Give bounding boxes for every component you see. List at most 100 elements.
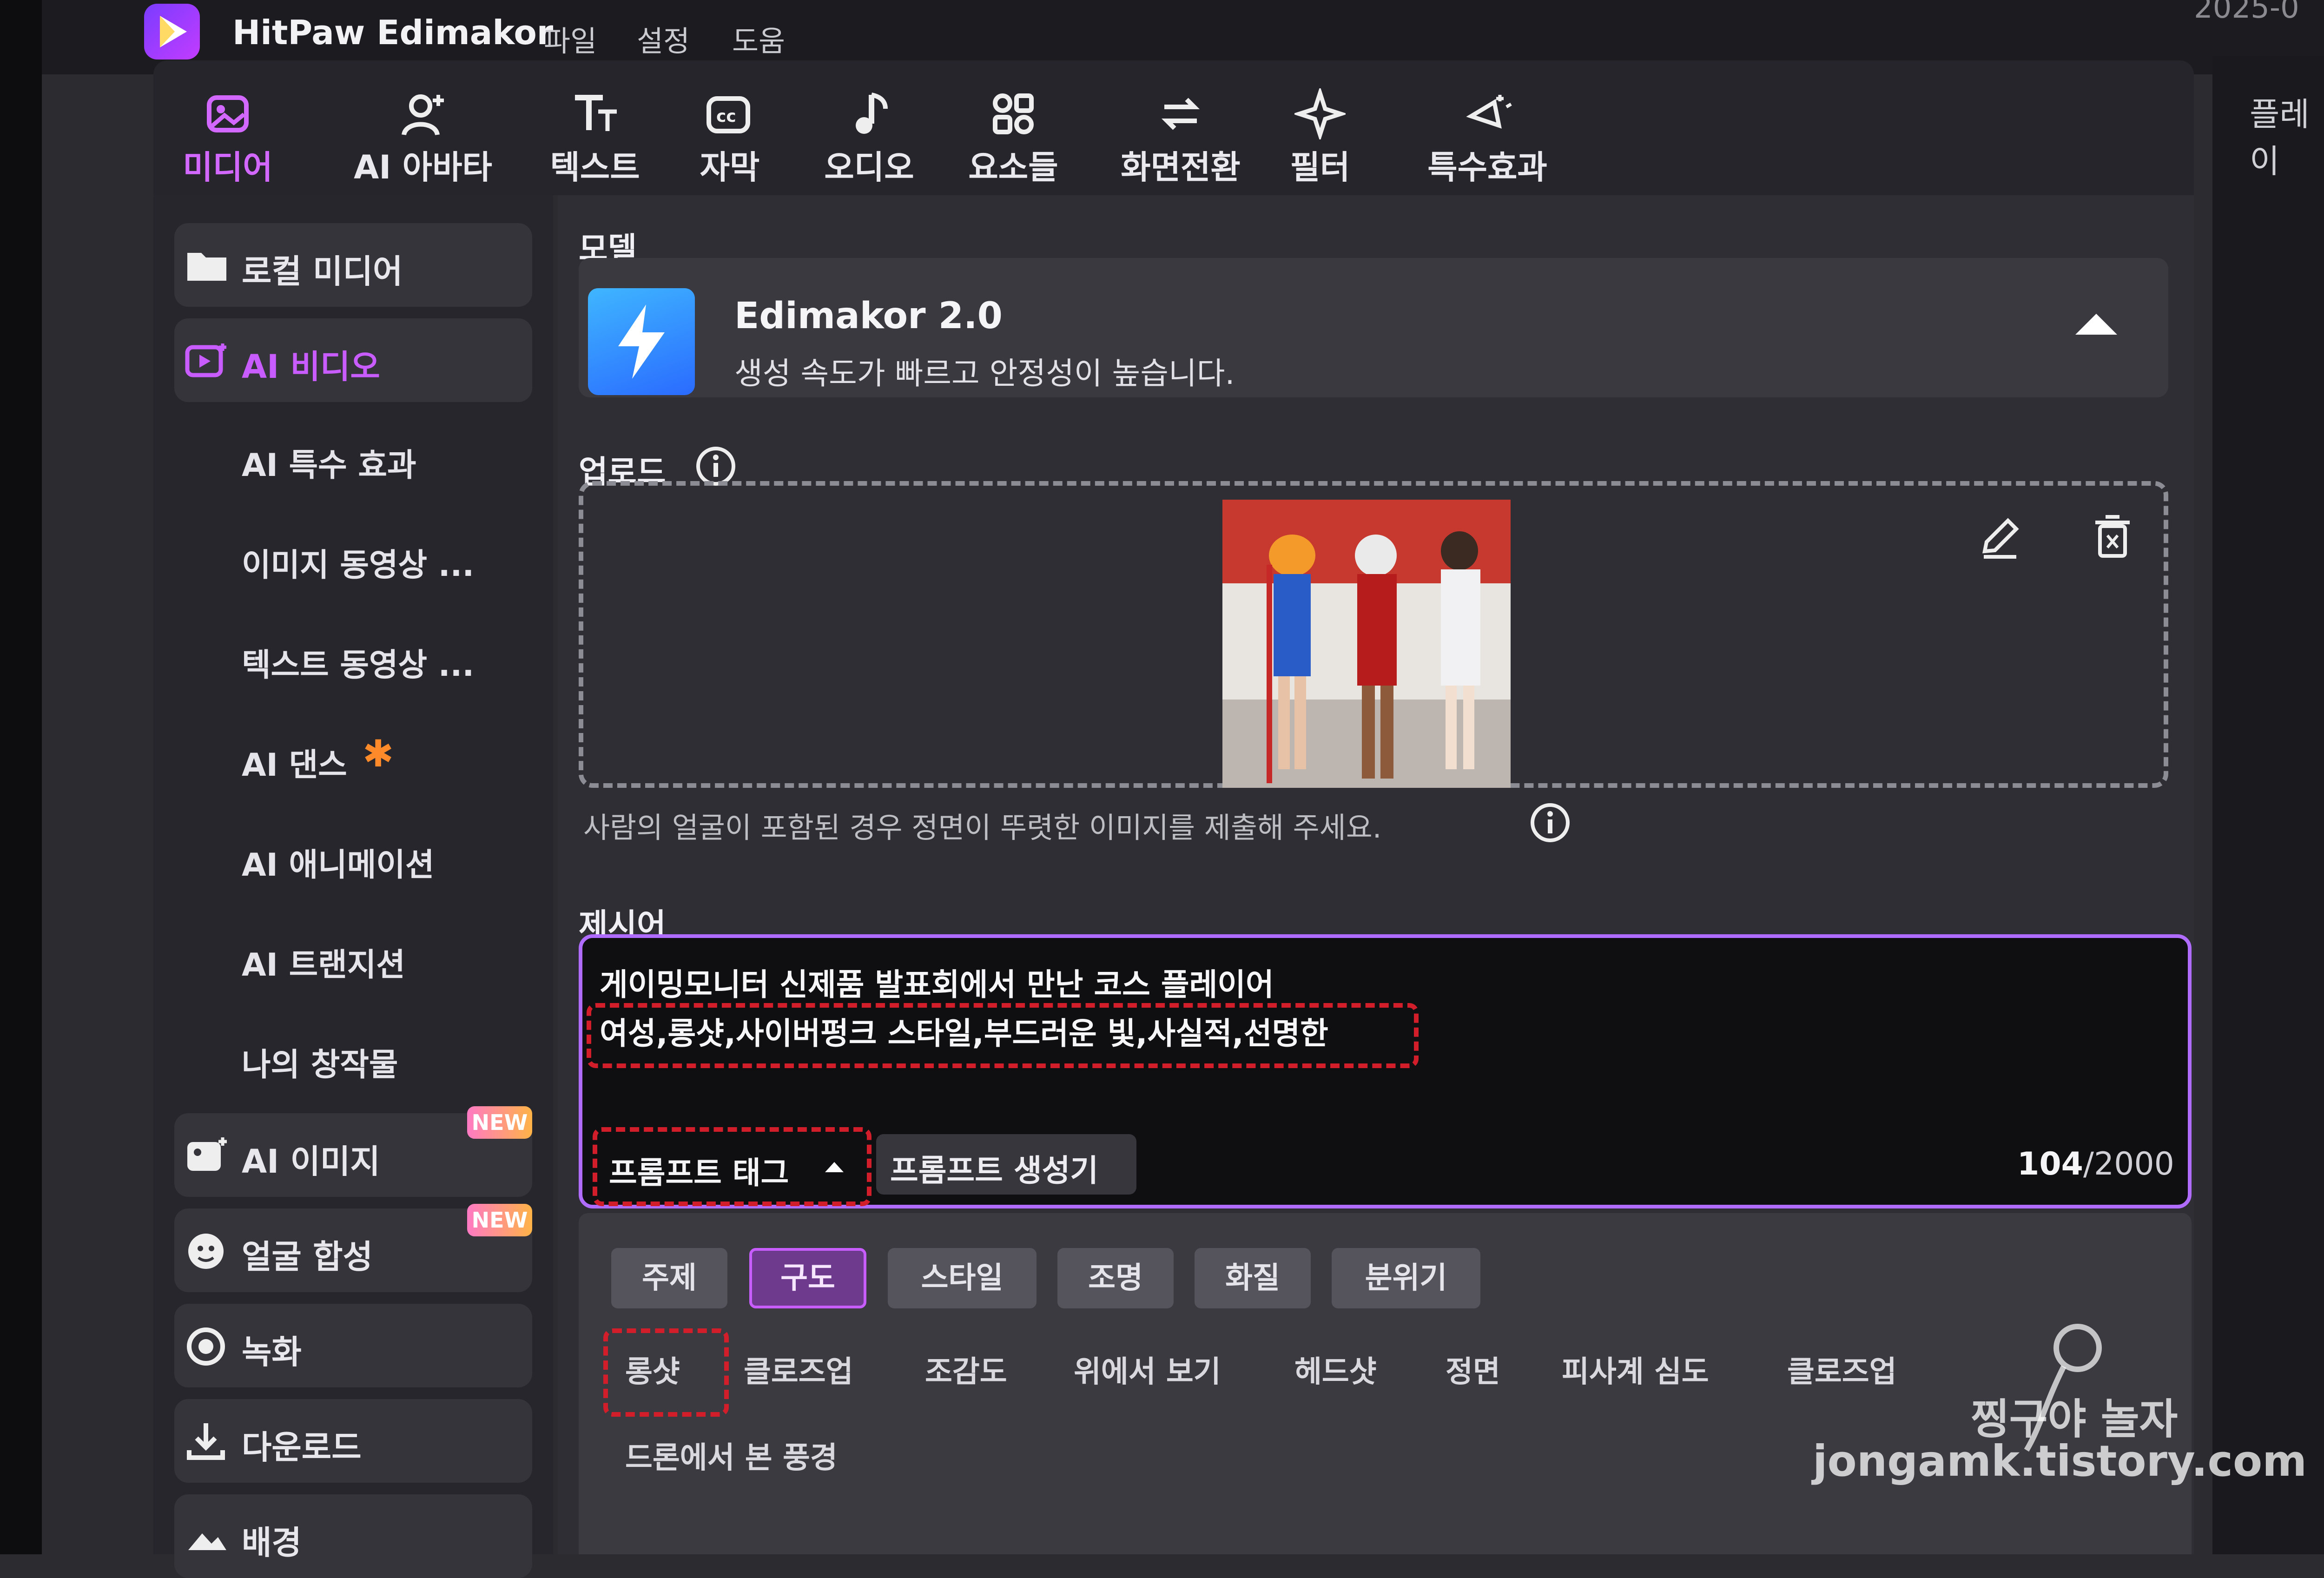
text-icon <box>575 95 617 131</box>
upload-hint: 사람의 얼굴이 포함된 경우 정면이 뚜렷한 이미지를 제출해 주세요. <box>583 811 1382 845</box>
ai-video-icon <box>185 343 226 377</box>
tool-audio-label: 오디오 <box>824 148 914 186</box>
sidebar-item-download[interactable]: 다운로드 <box>174 1399 532 1483</box>
highlight-annotation <box>603 1328 729 1417</box>
download-icon <box>187 1423 225 1460</box>
chevron-up-icon[interactable] <box>2071 307 2122 339</box>
preview-panel <box>2212 56 2324 1554</box>
model-name: Edimakor 2.0 <box>734 295 1003 337</box>
tag-closeup-2[interactable]: 클로즈업 <box>1787 1348 1897 1391</box>
tag-closeup[interactable]: 클로즈업 <box>744 1348 853 1391</box>
sidebar-sub-ai-effects[interactable]: AI 특수 효과 <box>242 439 416 485</box>
tab-mood[interactable]: 분위기 <box>1332 1248 1480 1308</box>
sidebar-item-label: AI 비디오 <box>242 348 380 386</box>
sidebar-item-label: 배경 <box>242 1524 302 1562</box>
info-icon[interactable] <box>1529 802 1571 844</box>
tab-composition[interactable]: 구도 <box>749 1248 866 1308</box>
svg-text:cc: cc <box>716 107 736 126</box>
tool-elements-label: 요소들 <box>968 148 1058 186</box>
tool-text[interactable]: 텍스트 <box>521 88 669 188</box>
watermark-url: jongamk.tistory.com <box>1813 1436 2307 1486</box>
tool-ai-avatar-label: AI 아바타 <box>354 148 492 186</box>
ai-image-icon <box>187 1137 227 1171</box>
tag-front[interactable]: 정면 <box>1446 1348 1500 1391</box>
prompt-tag-button[interactable]: 프롬프트 태그 <box>609 1148 789 1193</box>
uploaded-image <box>1222 500 1511 788</box>
tab-lighting[interactable]: 조명 <box>1057 1248 1174 1308</box>
sidebar-sub-ai-dance[interactable]: AI 댄스 <box>242 739 347 785</box>
main-toolbar: 미디어 AI 아바타 텍스트 cc 자막 오디오 요소들 화면전환 필터 특수효… <box>153 60 2194 195</box>
sidebar-sub-image-to-video[interactable]: 이미지 동영상 ... <box>242 539 474 585</box>
tab-quality[interactable]: 화질 <box>1195 1248 1311 1308</box>
monitor-bezel <box>0 0 42 1554</box>
clock-text: 2025-0 <box>2194 0 2299 25</box>
tool-filter-label: 필터 <box>1290 148 1350 186</box>
sidebar-item-local-media[interactable]: 로컬 미디어 <box>174 223 532 307</box>
tag-drone-view[interactable]: 드론에서 본 풍경 <box>625 1434 838 1477</box>
sidebar-sub-text-to-video[interactable]: 텍스트 동영상 ... <box>242 639 474 685</box>
avatar-icon <box>402 94 444 136</box>
prompt-generator-label: 프롬프트 생성기 <box>890 1153 1099 1188</box>
sidebar-item-label: 얼굴 합성 <box>242 1238 373 1276</box>
dancer-icon: ✱ <box>363 732 394 775</box>
app-logo-icon <box>144 4 200 59</box>
caret-up-icon[interactable] <box>823 1157 846 1176</box>
char-max: /2000 <box>2083 1146 2174 1182</box>
tool-effects[interactable]: 특수효과 <box>1399 88 1576 188</box>
background-icon <box>188 1533 226 1550</box>
tag-headshot[interactable]: 헤드샷 <box>1294 1348 1377 1391</box>
tool-ai-avatar[interactable]: AI 아바타 <box>330 88 516 188</box>
folder-icon <box>187 253 226 281</box>
record-icon <box>187 1327 225 1366</box>
prompt-text-line-1: 게이밍모니터 신제품 발표회에서 만난 코스 플레이어 <box>600 967 1274 1003</box>
tool-transition-label: 화면전환 <box>1121 148 1241 186</box>
tool-filter[interactable]: 필터 <box>1246 88 1394 188</box>
tag-depth-of-field[interactable]: 피사계 심도 <box>1562 1348 1709 1391</box>
highlight-annotation <box>587 1003 1419 1068</box>
sparkle-icon <box>1294 88 1346 139</box>
model-description: 생성 속도가 빠르고 안정성이 높습니다. <box>734 356 1235 391</box>
new-badge: NEW <box>467 1106 532 1139</box>
sidebar-item-label: 로컬 미디어 <box>242 252 403 291</box>
tool-media[interactable]: 미디어 <box>153 88 302 188</box>
sidebar-sub-ai-transition[interactable]: AI 트랜지션 <box>242 939 405 985</box>
menu-settings[interactable]: 설정 <box>637 18 690 59</box>
media-icon <box>207 95 249 132</box>
sidebar-item-ai-video[interactable]: AI 비디오 <box>174 318 532 402</box>
sidebar-item-label: AI 이미지 <box>242 1142 380 1181</box>
caption-icon: cc <box>706 96 750 133</box>
tab-subject[interactable]: 주제 <box>611 1248 727 1308</box>
transition-icon <box>1161 98 1200 130</box>
effects-icon <box>1466 95 1512 129</box>
menu-file[interactable]: 파일 <box>544 18 597 59</box>
tool-media-label: 미디어 <box>183 148 273 186</box>
sidebar-item-label: 녹화 <box>242 1333 302 1371</box>
tool-audio[interactable]: 오디오 <box>795 88 944 188</box>
tab-player[interactable]: 플레이 <box>2250 88 2324 182</box>
tool-transition[interactable]: 화면전환 <box>1092 88 1269 188</box>
tag-birds-eye[interactable]: 조감도 <box>925 1348 1007 1391</box>
tool-text-label: 텍스트 <box>550 148 640 186</box>
face-swap-icon <box>188 1234 224 1269</box>
char-counter: 104/2000 <box>2017 1146 2174 1182</box>
tool-elements[interactable]: 요소들 <box>939 88 1088 188</box>
tool-caption-label: 자막 <box>700 148 760 186</box>
app-title: HitPaw Edimakor <box>232 13 554 52</box>
trash-icon[interactable] <box>2087 510 2138 561</box>
music-note-icon <box>856 92 888 134</box>
edit-icon[interactable] <box>1975 511 2027 562</box>
lightning-icon <box>588 288 695 395</box>
sidebar-item-label: 다운로드 <box>242 1428 362 1466</box>
menu-help[interactable]: 도움 <box>732 18 785 59</box>
new-badge: NEW <box>467 1204 532 1236</box>
elements-icon <box>993 93 1034 134</box>
sidebar-sub-ai-animation[interactable]: AI 애니메이션 <box>242 839 434 885</box>
tool-effects-label: 특수효과 <box>1427 148 1547 186</box>
sidebar-item-record[interactable]: 녹화 <box>174 1304 532 1387</box>
sidebar-sub-my-creations[interactable]: 나의 창작물 <box>242 1039 398 1085</box>
tool-caption[interactable]: cc 자막 <box>655 88 804 188</box>
sidebar-item-background[interactable]: 배경 <box>174 1494 532 1578</box>
char-count: 104 <box>2017 1146 2083 1182</box>
tag-from-above[interactable]: 위에서 보기 <box>1074 1348 1221 1391</box>
tab-style[interactable]: 스타일 <box>888 1248 1037 1308</box>
